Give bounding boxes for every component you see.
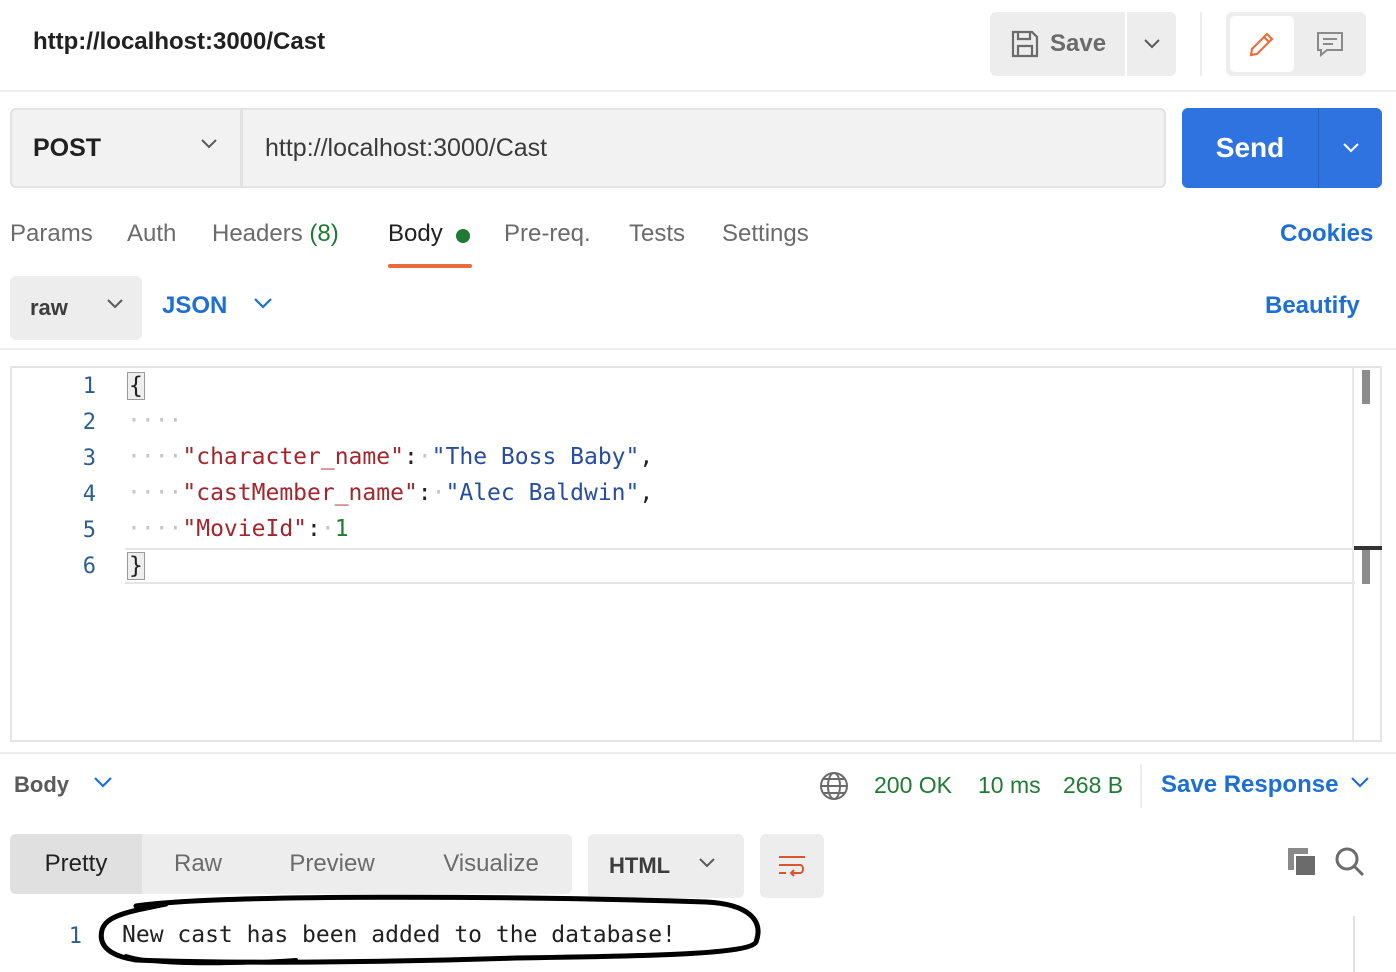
- json-key: "character_name": [182, 444, 404, 470]
- response-time[interactable]: 10 ms: [978, 772, 1041, 799]
- send-options-button[interactable]: [1318, 108, 1382, 188]
- tab-settings[interactable]: Settings: [722, 220, 809, 248]
- view-tab-raw[interactable]: Raw: [142, 834, 254, 894]
- cookies-link[interactable]: Cookies: [1280, 220, 1373, 248]
- body-mode-label: raw: [30, 295, 68, 320]
- tab-params[interactable]: Params: [10, 220, 93, 248]
- chevron-down-icon[interactable]: [93, 776, 113, 789]
- wrap-lines-button[interactable]: [760, 834, 824, 898]
- line-number: 4: [82, 482, 96, 507]
- edit-mode-button[interactable]: [1230, 16, 1294, 72]
- active-tab-underline: [388, 264, 472, 268]
- tab-body[interactable]: Body: [388, 220, 443, 248]
- comments-button[interactable]: [1298, 16, 1362, 72]
- copy-icon[interactable]: [1286, 846, 1318, 878]
- body-language-select[interactable]: JSON: [162, 292, 227, 320]
- search-icon[interactable]: [1334, 846, 1366, 878]
- line-number: 2: [82, 410, 96, 435]
- code-line: ····"castMember_name":·"Alec Baldwin",: [127, 480, 654, 506]
- request-body-editor[interactable]: 1 2 3 4 5 6 { ···· ····"character_name":…: [10, 366, 1382, 742]
- json-value: "The Boss Baby": [431, 444, 640, 470]
- wrap-icon: [776, 851, 808, 881]
- view-tab-pretty[interactable]: Pretty: [10, 834, 142, 894]
- header-divider: [0, 90, 1396, 92]
- view-tab-visualize[interactable]: Visualize: [410, 834, 572, 894]
- editor-scrollbar[interactable]: [1352, 368, 1354, 740]
- tab-tests[interactable]: Tests: [629, 220, 685, 248]
- line-number: 6: [82, 554, 96, 579]
- json-key: "castMember_name": [182, 480, 418, 506]
- chevron-down-icon: [698, 857, 716, 869]
- response-format-label: HTML: [609, 853, 671, 878]
- response-view-tabs: Pretty Raw Preview Visualize: [10, 834, 572, 894]
- line-number: 1: [82, 374, 96, 399]
- globe-icon[interactable]: [818, 770, 850, 802]
- method-label: POST: [33, 133, 102, 162]
- save-label: Save: [1050, 30, 1107, 57]
- chevron-down-icon: [200, 138, 218, 150]
- tab-prereq[interactable]: Pre-req.: [504, 220, 591, 248]
- save-icon: [1010, 29, 1040, 59]
- json-value: 1: [334, 516, 349, 542]
- chevron-down-icon[interactable]: [253, 297, 273, 310]
- body-indicator-dot: [456, 229, 470, 243]
- save-group: Save: [990, 12, 1176, 76]
- headers-count: (8): [309, 220, 339, 247]
- mode-toggle: [1226, 12, 1366, 76]
- status-separator: [1140, 764, 1142, 808]
- response-body-select[interactable]: Body: [14, 772, 69, 798]
- matched-brace: }: [127, 552, 145, 580]
- body-mode-select[interactable]: raw: [10, 276, 142, 340]
- scroll-marker: [1362, 550, 1370, 584]
- json-key: "MovieId": [182, 516, 308, 542]
- code-line: ····"MovieId":·1: [127, 516, 349, 542]
- save-response-button[interactable]: Save Response: [1161, 771, 1338, 799]
- beautify-button[interactable]: Beautify: [1265, 292, 1360, 320]
- comment-icon: [1315, 29, 1345, 59]
- url-input[interactable]: http://localhost:3000/Cast: [241, 108, 1166, 188]
- response-divider[interactable]: [0, 752, 1396, 754]
- tab-headers-label: Headers: [212, 220, 303, 247]
- code-line: }: [127, 552, 145, 580]
- pencil-icon: [1247, 29, 1277, 59]
- code-line: ····: [127, 408, 183, 434]
- chevron-down-icon: [1342, 142, 1360, 154]
- code-line: {: [127, 372, 145, 400]
- chevron-down-icon[interactable]: [1350, 776, 1370, 789]
- tab-headers[interactable]: Headers (8): [212, 220, 339, 248]
- save-button[interactable]: Save: [990, 12, 1125, 76]
- code-line: ····"character_name":·"The Boss Baby",: [127, 444, 654, 470]
- response-scrollbar[interactable]: [1353, 916, 1355, 972]
- save-options-button[interactable]: [1127, 12, 1176, 76]
- send-button[interactable]: Send: [1182, 108, 1318, 188]
- chevron-down-icon: [106, 298, 124, 310]
- status-code[interactable]: 200 OK: [874, 772, 952, 799]
- view-tab-preview[interactable]: Preview: [254, 834, 410, 894]
- line-number: 3: [82, 446, 96, 471]
- response-line-number: 1: [68, 924, 82, 949]
- options-divider: [0, 348, 1396, 350]
- method-select[interactable]: POST: [10, 108, 242, 188]
- chevron-down-icon: [1143, 38, 1161, 50]
- tab-auth[interactable]: Auth: [127, 220, 176, 248]
- request-title: http://localhost:3000/Cast: [33, 28, 326, 55]
- hand-drawn-highlight-annotation: [98, 894, 761, 966]
- matched-brace: {: [127, 372, 145, 400]
- header-separator: [1200, 12, 1202, 76]
- response-size[interactable]: 268 B: [1063, 772, 1123, 799]
- response-format-select[interactable]: HTML: [588, 834, 744, 898]
- json-value: "Alec Baldwin": [445, 480, 640, 506]
- scroll-marker: [1362, 370, 1370, 404]
- line-number: 5: [82, 518, 96, 543]
- current-line-highlight: [125, 548, 1355, 584]
